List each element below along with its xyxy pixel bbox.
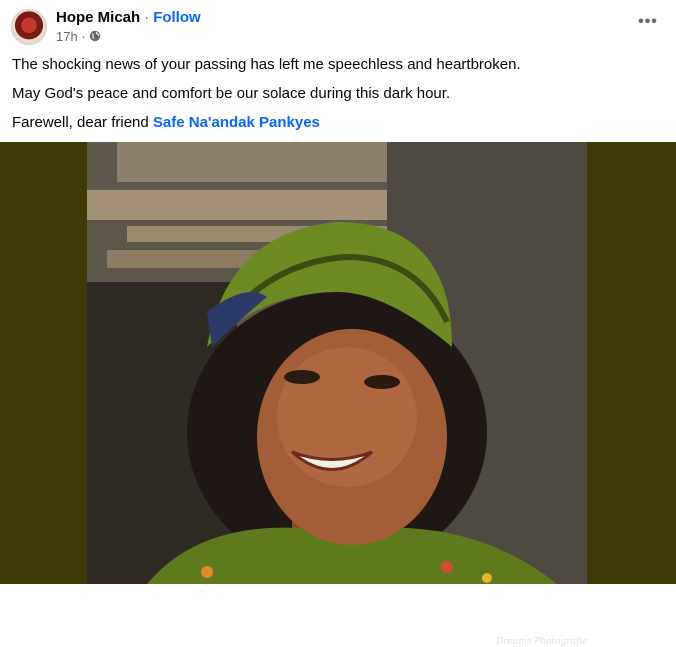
- author-row: Hope Micah · Follow: [56, 7, 201, 27]
- photo-watermark: Dreams Photografie: [496, 637, 588, 647]
- post-timestamp[interactable]: 17h: [56, 29, 78, 44]
- post-line-1: The shocking news of your passing has le…: [12, 56, 521, 73]
- post-line-3: Farewell, dear friend Safe Na'andak Pank…: [12, 113, 662, 133]
- post-header: Hope Micah · Follow 17h · •••: [0, 0, 676, 50]
- meta-separator: ·: [77, 28, 86, 44]
- post-photo[interactable]: [87, 142, 587, 584]
- tagged-profile-link[interactable]: Safe Na'andak Pankyes: [153, 114, 320, 131]
- photo-illustration: [87, 142, 587, 584]
- farewell-text: Farewell, dear friend: [12, 114, 153, 131]
- globe-icon: [89, 30, 101, 42]
- more-dots-icon: •••: [638, 13, 658, 30]
- author-name[interactable]: Hope Micah: [56, 9, 140, 26]
- post-line-2: May God's peace and comfort be our solac…: [12, 85, 451, 102]
- follow-button[interactable]: Follow: [153, 9, 201, 26]
- author-avatar[interactable]: [11, 9, 47, 45]
- photo-frame: Dreams Photografie: [0, 142, 676, 647]
- post-meta: 17h ·: [56, 28, 101, 44]
- post-body: The shocking news of your passing has le…: [12, 55, 662, 142]
- more-options-button[interactable]: •••: [638, 12, 658, 32]
- separator-dot: ·: [144, 8, 150, 26]
